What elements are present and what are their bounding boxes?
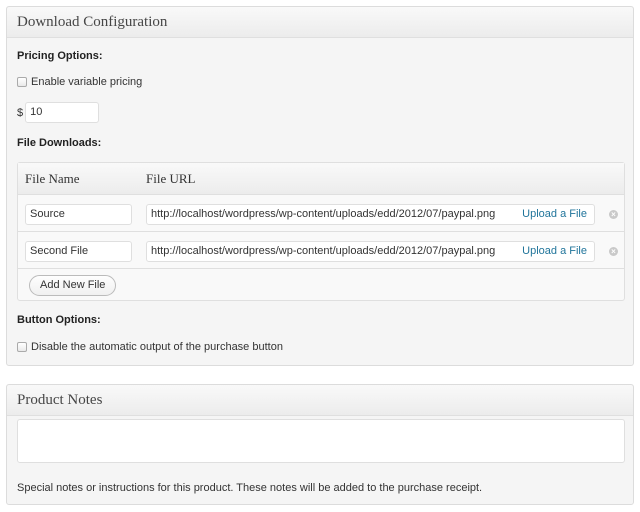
variable-pricing-label[interactable]: Enable variable pricing — [31, 76, 142, 88]
file-url-input[interactable]: http://localhost/wordpress/wp-content/up… — [146, 241, 595, 262]
variable-pricing-option[interactable]: Enable variable pricing — [17, 76, 142, 88]
table-header: File Name File URL — [18, 163, 624, 195]
upload-file-link[interactable]: Upload a File — [522, 205, 587, 224]
product-notes-panel: Product Notes Special notes or instructi… — [6, 384, 634, 505]
remove-circle-icon[interactable]: × — [609, 247, 618, 256]
product-notes-textarea[interactable] — [17, 419, 625, 463]
file-url-value[interactable]: http://localhost/wordpress/wp-content/up… — [151, 205, 495, 224]
table-row: Second File http://localhost/wordpress/w… — [18, 233, 624, 269]
upload-file-link[interactable]: Upload a File — [522, 242, 587, 261]
add-file-row: Add New File — [18, 270, 624, 301]
price-row: $ 10 — [17, 102, 100, 123]
disable-output-option[interactable]: Disable the automatic output of the purc… — [17, 341, 283, 353]
disable-output-label[interactable]: Disable the automatic output of the purc… — [31, 341, 283, 353]
disable-output-checkbox[interactable] — [17, 342, 27, 352]
button-options-label: Button Options: — [17, 314, 101, 326]
variable-pricing-checkbox[interactable] — [17, 77, 27, 87]
file-url-input[interactable]: http://localhost/wordpress/wp-content/up… — [146, 204, 595, 225]
file-name-input[interactable]: Source — [25, 204, 132, 225]
remove-circle-icon[interactable]: × — [609, 210, 618, 219]
product-notes-description: Special notes or instructions for this p… — [17, 482, 483, 494]
download-configuration-title[interactable]: Download Configuration — [7, 7, 633, 38]
table-row: Source http://localhost/wordpress/wp-con… — [18, 196, 624, 232]
download-configuration-panel: Download Configuration Pricing Options: … — [6, 6, 634, 366]
file-name-input[interactable]: Second File — [25, 241, 132, 262]
file-downloads-table: File Name File URL Source http://localho… — [17, 162, 625, 301]
column-header-file-url: File URL — [146, 171, 196, 186]
pricing-options-label: Pricing Options: — [17, 50, 103, 62]
currency-symbol: $ — [17, 106, 24, 119]
price-input[interactable]: 10 — [25, 102, 100, 123]
file-url-value[interactable]: http://localhost/wordpress/wp-content/up… — [151, 242, 495, 261]
add-new-file-button[interactable]: Add New File — [29, 275, 117, 296]
product-notes-title[interactable]: Product Notes — [7, 385, 633, 416]
column-header-file-name: File Name — [25, 171, 80, 186]
file-downloads-label: File Downloads: — [17, 137, 102, 149]
